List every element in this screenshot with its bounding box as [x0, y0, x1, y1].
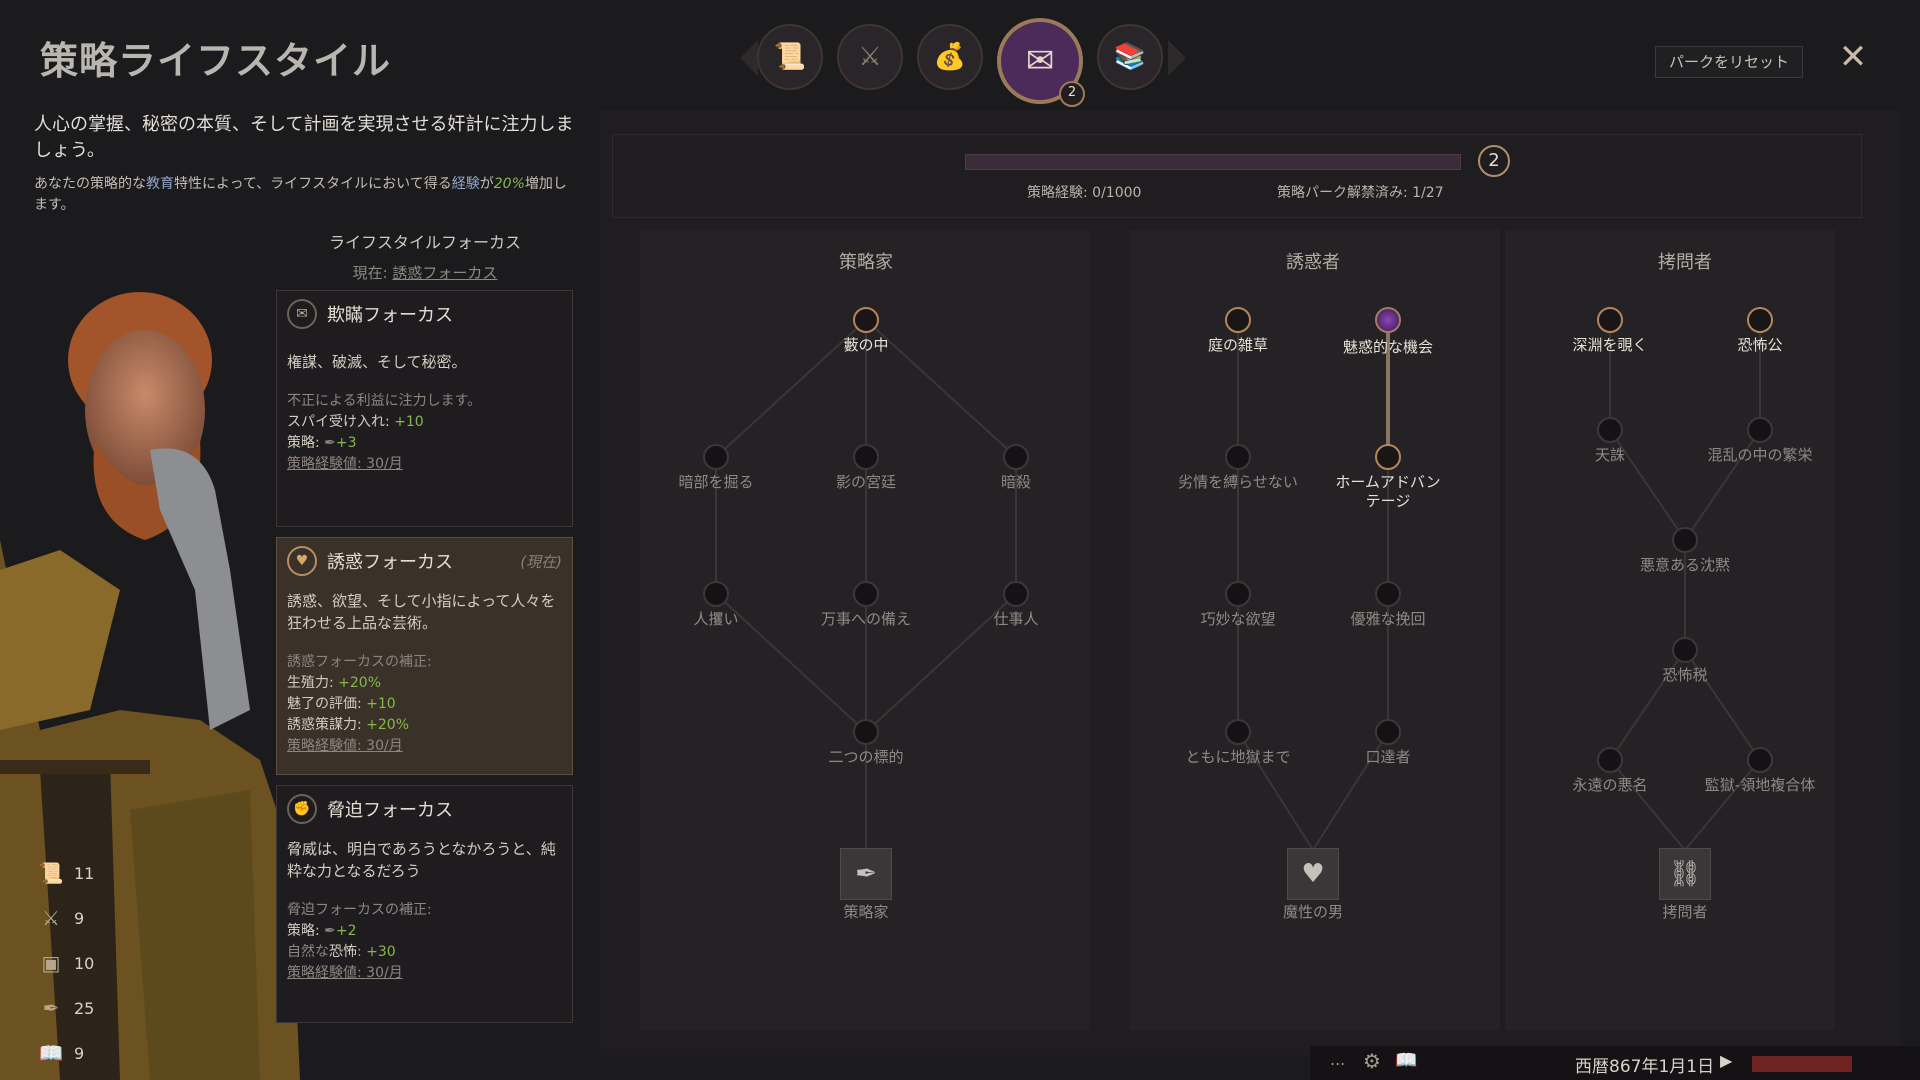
tree-title-seducer: 誘惑者	[1286, 252, 1340, 273]
perk-node[interactable]	[1003, 444, 1029, 470]
perk-label: 藪の中	[843, 336, 889, 354]
perk-node[interactable]	[1003, 581, 1029, 607]
perk-node[interactable]	[1597, 307, 1623, 333]
perk-node[interactable]	[853, 581, 879, 607]
perk-node[interactable]	[853, 307, 879, 333]
perk-label: 劣情を縛らせない	[1178, 473, 1298, 491]
perk-label: 永遠の悪名	[1572, 776, 1648, 794]
perk-node[interactable]	[1672, 637, 1698, 663]
perk-label: 万事への備え	[820, 610, 911, 628]
tree-title-schemer: 策略家	[839, 252, 893, 273]
perk-node[interactable]	[1375, 719, 1401, 745]
trait-label: 策略家	[843, 903, 889, 921]
perk-node[interactable]	[1747, 307, 1773, 333]
perk-label: 恐怖公	[1737, 336, 1783, 354]
game-date: 西暦867年1月1日	[1575, 1057, 1715, 1077]
perk-label: 暗殺	[1000, 473, 1031, 491]
perk-label: 仕事人	[993, 610, 1039, 628]
perk-node[interactable]	[1375, 444, 1401, 470]
perk-node[interactable]	[1225, 307, 1251, 333]
perk-label: 庭の雑草	[1207, 336, 1268, 354]
perk-node[interactable]	[1375, 581, 1401, 607]
perk-node[interactable]	[1747, 747, 1773, 773]
perk-label: 二つの標的	[828, 748, 904, 766]
perk-node[interactable]	[853, 444, 879, 470]
gear-icon[interactable]: ⚙	[1363, 1049, 1381, 1073]
perk-label: 混乱の中の繁栄	[1707, 446, 1813, 464]
perk-node[interactable]	[703, 444, 729, 470]
perk-node[interactable]	[1747, 417, 1773, 443]
perk-node[interactable]	[703, 581, 729, 607]
perk-node[interactable]	[1672, 527, 1698, 553]
schemer-trait-icon[interactable]: ✒	[840, 848, 892, 900]
trait-label: 魔性の男	[1282, 903, 1343, 921]
perk-label: 人攫い	[693, 610, 739, 628]
perk-node[interactable]	[1225, 719, 1251, 745]
perk-label: 深淵を覗く	[1572, 336, 1648, 354]
perk-label: 暗部を掘る	[678, 473, 754, 491]
encyclopedia-icon[interactable]: 📖	[1395, 1050, 1417, 1071]
perk-label: ともに地獄まで	[1185, 748, 1291, 766]
seducer-trait-icon[interactable]: ♥	[1287, 848, 1339, 900]
play-icon[interactable]: ▶	[1720, 1051, 1732, 1070]
perk-node[interactable]	[1225, 581, 1251, 607]
trait-label: 拷問者	[1662, 903, 1708, 921]
perk-node[interactable]	[1597, 747, 1623, 773]
perk-label: ホームアドバンテージ	[1335, 473, 1441, 510]
perk-label: 悪意ある沈黙	[1639, 556, 1730, 574]
perk-label: 天誅	[1594, 446, 1625, 464]
speed-indicator[interactable]	[1752, 1056, 1852, 1072]
perk-node[interactable]	[1597, 417, 1623, 443]
perk-label: 優雅な挽回	[1350, 610, 1426, 628]
perk-label: 魅惑的な機会	[1342, 338, 1433, 356]
torturer-trait-icon[interactable]: ⛓	[1659, 848, 1711, 900]
perk-node[interactable]	[853, 719, 879, 745]
perk-label: 恐怖税	[1662, 666, 1708, 684]
perk-label: 影の宮廷	[835, 473, 896, 491]
perk-node-owned[interactable]	[1375, 307, 1401, 333]
more-menu-icon[interactable]: ...	[1330, 1050, 1345, 1069]
perk-label: 監獄-領地複合体	[1704, 776, 1816, 794]
perk-label: 巧妙な欲望	[1200, 610, 1276, 628]
perk-label: 口達者	[1365, 748, 1411, 766]
perk-node[interactable]	[1225, 444, 1251, 470]
tree-title-torturer: 拷問者	[1658, 252, 1712, 273]
